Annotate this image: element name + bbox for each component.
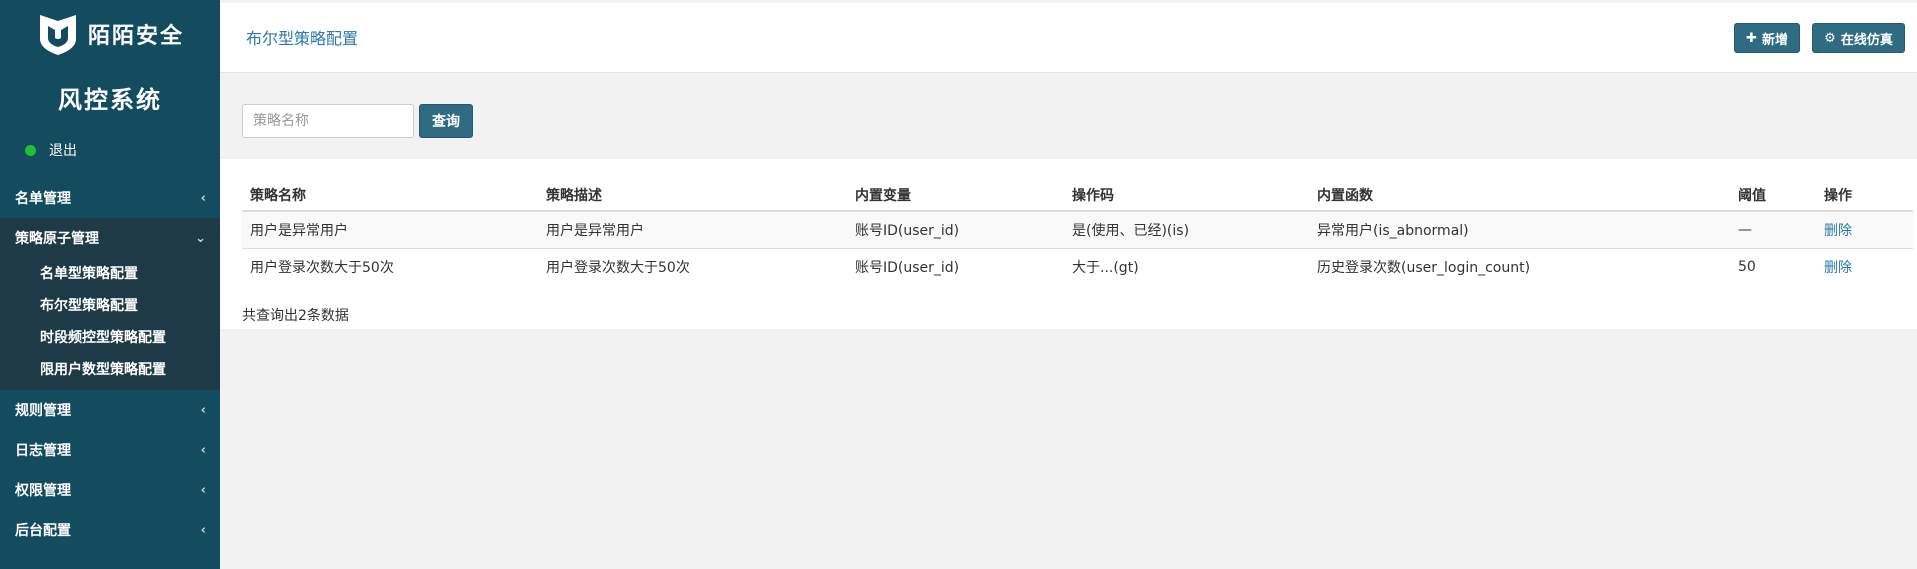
main-area: 布尔型策略配置 ✚ 新增 ⚙ 在线仿真 查询 策略名称 策略描述 内置变量 操作…: [220, 0, 1917, 569]
sidebar: 陌陌安全 风控系统 退出 名单管理 ‹ 策略原子管理 ⌄ 名单型策略配置 布尔型…: [0, 0, 220, 569]
cell-threshold: —: [1730, 210, 1816, 248]
menu-item-list-management[interactable]: 名单管理 ‹: [0, 178, 220, 218]
online-simulation-label: 在线仿真: [1840, 32, 1893, 48]
chevron-down-icon: ⌄: [195, 230, 206, 246]
chevron-left-icon: ‹: [200, 190, 206, 206]
logout-label: 退出: [49, 143, 77, 159]
results-panel: 策略名称 策略描述 内置变量 操作码 内置函数 阈值 操作 用户是异常用户 用户…: [220, 159, 1917, 329]
shield-icon: [36, 12, 80, 56]
menu-item-rule-management[interactable]: 规则管理 ‹: [0, 390, 220, 430]
system-title: 风控系统: [58, 86, 162, 114]
table-row: 用户是异常用户 用户是异常用户 账号ID(user_id) 是(使用、已经)(i…: [242, 210, 1913, 248]
strategy-table: 策略名称 策略描述 内置变量 操作码 内置函数 阈值 操作 用户是异常用户 用户…: [242, 179, 1913, 285]
column-header-operator: 操作码: [1064, 179, 1309, 212]
chevron-left-icon: ‹: [200, 402, 206, 418]
add-button-label: 新增: [1761, 32, 1788, 48]
sidebar-menu: 名单管理 ‹ 策略原子管理 ⌄ 名单型策略配置 布尔型策略配置 时段频控型策略配…: [0, 178, 220, 550]
menu-item-label: 策略原子管理: [15, 231, 99, 247]
online-simulation-button[interactable]: ⚙ 在线仿真: [1812, 23, 1905, 53]
cell-strategy-name: 用户是异常用户: [242, 210, 538, 248]
cell-actions: 删除: [1816, 210, 1913, 248]
column-header-threshold: 阈值: [1730, 179, 1816, 212]
logout-button[interactable]: 退出: [0, 138, 220, 162]
plus-icon: ✚: [1746, 30, 1757, 46]
column-header-builtin-function: 内置函数: [1309, 179, 1730, 212]
cell-operator: 是(使用、已经)(is): [1064, 210, 1309, 248]
result-count-text: 共查询出2条数据: [242, 308, 349, 324]
menu-item-permission-management[interactable]: 权限管理 ‹: [0, 470, 220, 510]
chevron-left-icon: ‹: [200, 442, 206, 458]
menu-item-strategy-atom-management[interactable]: 策略原子管理 ⌄: [0, 218, 220, 258]
cell-builtin-variable: 账号ID(user_id): [847, 210, 1064, 248]
submenu-item-bool-strategy[interactable]: 布尔型策略配置: [0, 290, 220, 322]
menu-item-label: 日志管理: [15, 443, 71, 459]
cell-threshold: 50: [1730, 247, 1816, 285]
cell-actions: 删除: [1816, 247, 1913, 285]
brand: 陌陌安全: [0, 0, 220, 68]
chevron-left-icon: ‹: [200, 482, 206, 498]
menu-group-rules: 规则管理 ‹: [0, 390, 220, 430]
menu-item-log-management[interactable]: 日志管理 ‹: [0, 430, 220, 470]
chevron-left-icon: ‹: [200, 522, 206, 538]
menu-group-backend: 后台配置 ‹: [0, 510, 220, 550]
table-header-row: 策略名称 策略描述 内置变量 操作码 内置函数 阈值 操作: [242, 179, 1913, 212]
query-button[interactable]: 查询: [419, 104, 473, 138]
table-row: 用户登录次数大于50次 用户登录次数大于50次 账号ID(user_id) 大于…: [242, 247, 1913, 285]
menu-group-permissions: 权限管理 ‹: [0, 470, 220, 510]
menu-group-logs: 日志管理 ‹: [0, 430, 220, 470]
column-header-builtin-variable: 内置变量: [847, 179, 1064, 212]
cell-strategy-desc: 用户登录次数大于50次: [538, 247, 847, 285]
column-header-strategy-desc: 策略描述: [538, 179, 847, 212]
cell-strategy-name: 用户登录次数大于50次: [242, 247, 538, 285]
menu-item-label: 规则管理: [15, 403, 71, 419]
menu-item-label: 权限管理: [15, 483, 71, 499]
column-header-strategy-name: 策略名称: [242, 179, 538, 212]
submenu-item-user-limit-strategy[interactable]: 限用户数型策略配置: [0, 354, 220, 386]
menu-item-label: 名单管理: [15, 191, 71, 207]
cell-builtin-variable: 账号ID(user_id): [847, 247, 1064, 285]
cell-builtin-function: 异常用户(is_abnormal): [1309, 210, 1730, 248]
cell-builtin-function: 历史登录次数(user_login_count): [1309, 247, 1730, 285]
brand-name: 陌陌安全: [87, 24, 184, 49]
page-title: 布尔型策略配置: [246, 29, 359, 48]
menu-item-label: 后台配置: [15, 523, 71, 539]
menu-group-list: 名单管理 ‹: [0, 178, 220, 218]
strategy-name-search-input[interactable]: [242, 104, 414, 138]
submenu-strategy-atom: 名单型策略配置 布尔型策略配置 时段频控型策略配置 限用户数型策略配置: [0, 258, 220, 390]
delete-link[interactable]: 删除: [1824, 223, 1852, 239]
submenu-item-freq-strategy[interactable]: 时段频控型策略配置: [0, 322, 220, 354]
submenu-item-list-strategy[interactable]: 名单型策略配置: [0, 258, 220, 290]
column-header-actions: 操作: [1816, 179, 1913, 212]
search-bar: 查询: [242, 104, 473, 138]
menu-group-strategy-atom: 策略原子管理 ⌄ 名单型策略配置 布尔型策略配置 时段频控型策略配置 限用户数型…: [0, 218, 220, 390]
delete-link[interactable]: 删除: [1824, 260, 1852, 276]
gear-icon: ⚙: [1824, 30, 1836, 46]
menu-item-backend-config[interactable]: 后台配置 ‹: [0, 510, 220, 550]
cell-strategy-desc: 用户是异常用户: [538, 210, 847, 248]
online-status-dot: [25, 144, 36, 156]
add-button[interactable]: ✚ 新增: [1734, 23, 1800, 53]
cell-operator: 大于...(gt): [1064, 247, 1309, 285]
page-header: 布尔型策略配置 ✚ 新增 ⚙ 在线仿真: [220, 3, 1917, 73]
